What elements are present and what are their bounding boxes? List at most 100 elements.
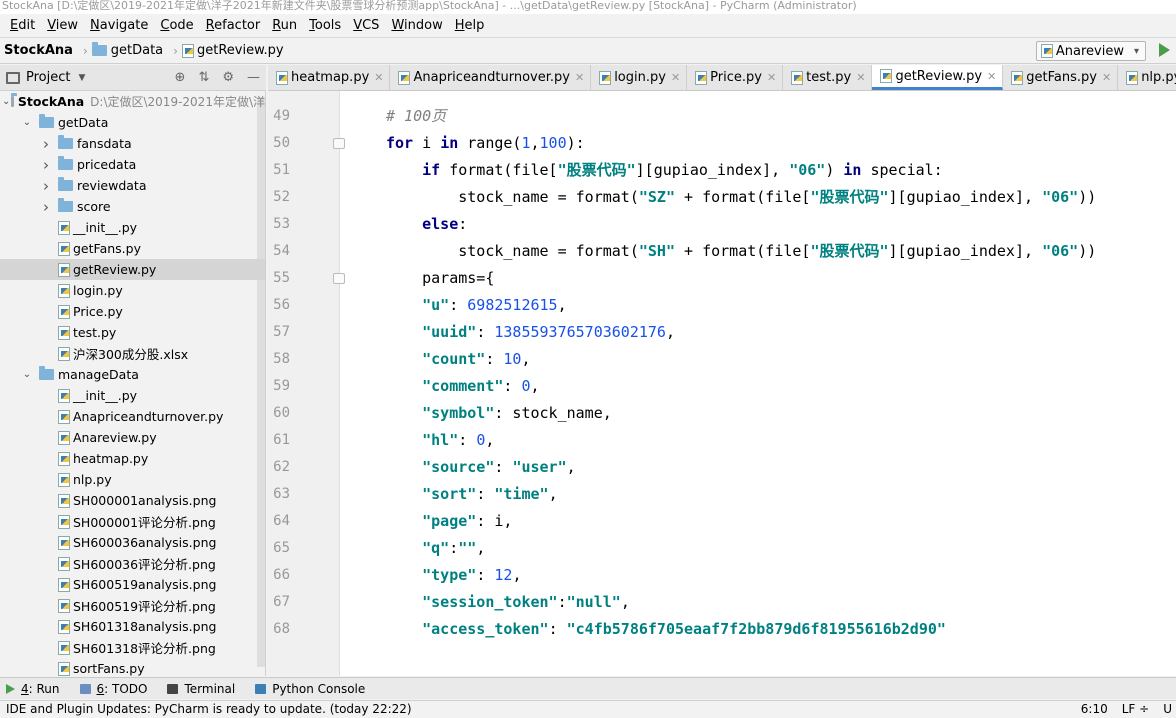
tool-window-pythonconsole[interactable]: Python Console <box>255 682 365 696</box>
editor-tab[interactable]: Anapriceandturnover.py ✕ <box>390 65 592 90</box>
editor-tab[interactable]: test.py ✕ <box>783 65 873 90</box>
collapse-all-icon[interactable]: ⇅ <box>198 70 209 85</box>
editor-tab[interactable]: heatmap.py ✕ <box>268 65 391 90</box>
editor-tab[interactable]: login.py ✕ <box>591 65 688 90</box>
tree-file-row[interactable]: login.py <box>0 280 265 301</box>
code-editor[interactable]: 49 # 100页 50 for i in range(1,100): 51 if fo… <box>268 91 1176 676</box>
tree-file-row[interactable]: SH601318评论分析.png <box>0 637 265 658</box>
menu-item[interactable]: Tools <box>303 15 347 37</box>
file-icon <box>58 346 70 361</box>
caret-position[interactable]: 6:10 <box>1081 701 1108 718</box>
run-button[interactable] <box>1159 43 1170 57</box>
tool-window-todo[interactable]: 6: TODO <box>79 682 147 696</box>
chevron-down-icon[interactable]: ⌄ <box>2 96 10 107</box>
tree-file-row[interactable]: SH000001评论分析.png <box>0 511 265 532</box>
tree-item-label: __init__.py <box>73 388 138 403</box>
tree-file-row[interactable]: SH600036analysis.png <box>0 532 265 553</box>
editor-tab[interactable]: getFans.py ✕ <box>1003 65 1119 90</box>
tree-file-row[interactable]: SH600519analysis.png <box>0 574 265 595</box>
chevron-down-icon[interactable]: ⌄ <box>21 117 33 128</box>
project-view-selector[interactable]: Project <box>26 70 70 85</box>
tree-folder-row[interactable]: › pricedata <box>0 154 265 175</box>
locate-file-icon[interactable]: ⊕ <box>175 70 186 85</box>
chevron-right-icon[interactable]: › <box>40 177 52 195</box>
tree-file-row[interactable]: Price.py <box>0 301 265 322</box>
tree-file-row[interactable]: test.py <box>0 322 265 343</box>
tree-item-label: reviewdata <box>77 178 147 193</box>
editor-tab[interactable]: nlp.py✕ <box>1118 65 1176 90</box>
python-file-icon <box>181 43 194 58</box>
tree-item-label: __init__.py <box>73 220 138 235</box>
tree-folder-row[interactable]: ⌄ StockAna D:\定做区\2019-2021年定做\洋 <box>0 91 265 112</box>
menu-item[interactable]: VCS <box>347 15 385 37</box>
fold-marker-icon[interactable] <box>333 273 345 284</box>
tool-window-bar: 4: Run 6: TODO Terminal Python Console <box>0 677 1176 699</box>
menu-item[interactable]: Run <box>266 15 303 37</box>
file-icon <box>58 388 70 403</box>
chevron-down-icon[interactable]: ⌄ <box>21 369 33 380</box>
editor-tab[interactable]: Price.py ✕ <box>687 65 784 90</box>
menu-item[interactable]: Refactor <box>200 15 267 37</box>
breadcrumb-project[interactable]: StockAna <box>4 43 73 58</box>
menu-item[interactable]: Window <box>385 15 448 37</box>
close-icon[interactable]: ✕ <box>374 71 383 84</box>
gear-icon[interactable]: ⚙ <box>222 70 234 85</box>
tree-file-row[interactable]: __init__.py <box>0 217 265 238</box>
tree-file-row[interactable]: 沪深300成分股.xlsx <box>0 343 265 364</box>
close-icon[interactable]: ✕ <box>1102 71 1111 84</box>
close-icon[interactable]: ✕ <box>575 71 584 84</box>
tree-file-row[interactable]: SH000001analysis.png <box>0 490 265 511</box>
file-encoding[interactable]: U <box>1163 701 1172 718</box>
menu-item[interactable]: Edit <box>4 15 41 37</box>
tree-file-row[interactable]: heatmap.py <box>0 448 265 469</box>
tree-folder-row[interactable]: › score <box>0 196 265 217</box>
tree-folder-row[interactable]: ⌄ manageData <box>0 364 265 385</box>
tree-file-row[interactable]: Anapriceandturnover.py <box>0 406 265 427</box>
chevron-right-icon[interactable]: › <box>40 156 52 174</box>
tool-window-run[interactable]: 4: Run <box>6 682 60 696</box>
close-icon[interactable]: ✕ <box>856 71 865 84</box>
run-configuration-select[interactable]: Anareview ▾ <box>1035 41 1146 61</box>
tree-file-row[interactable]: Anareview.py <box>0 427 265 448</box>
line-number: 61 <box>273 432 290 448</box>
code-text: if format(file["股票代码"][gupiao_index], "0… <box>422 161 943 179</box>
tree-folder-row[interactable]: › fansdata <box>0 133 265 154</box>
chevron-down-icon[interactable]: ▼ <box>78 73 85 83</box>
breadcrumb-file[interactable]: getReview.py <box>181 43 284 58</box>
line-number: 50 <box>273 135 290 151</box>
tree-folder-row[interactable]: ⌄ getData <box>0 112 265 133</box>
tree-file-row[interactable]: SH600519评论分析.png <box>0 595 265 616</box>
tree-file-row[interactable]: SH601318analysis.png <box>0 616 265 637</box>
tree-file-row[interactable]: sortFans.py <box>0 658 265 676</box>
fold-marker-icon[interactable] <box>333 138 345 149</box>
menu-item[interactable]: Navigate <box>84 15 154 37</box>
line-number: 60 <box>273 405 290 421</box>
chevron-right-icon[interactable]: › <box>40 135 52 153</box>
status-message[interactable]: IDE and Plugin Updates: PyCharm is ready… <box>6 702 412 716</box>
breadcrumb-folder[interactable]: getData <box>91 42 163 58</box>
tree-file-row[interactable]: __init__.py <box>0 385 265 406</box>
hide-panel-icon[interactable]: — <box>247 70 260 85</box>
tree-file-row[interactable]: getReview.py <box>0 259 265 280</box>
menu-item[interactable]: View <box>41 15 84 37</box>
tool-window-terminal[interactable]: Terminal <box>167 682 235 696</box>
close-icon[interactable]: ✕ <box>987 70 996 83</box>
menu-item[interactable]: Help <box>449 15 491 37</box>
tree-item-label: SH601318analysis.png <box>73 619 217 634</box>
menu-item[interactable]: Code <box>154 15 199 37</box>
editor-tab[interactable]: getReview.py ✕ <box>872 65 1004 90</box>
folder-icon <box>11 93 19 107</box>
code-line: 53 else: <box>268 211 1176 238</box>
chevron-right-icon[interactable]: › <box>40 198 52 216</box>
run-icon <box>6 683 15 694</box>
tree-folder-row[interactable]: › reviewdata <box>0 175 265 196</box>
line-number: 53 <box>273 216 290 232</box>
close-icon[interactable]: ✕ <box>671 71 680 84</box>
close-icon[interactable]: ✕ <box>767 71 776 84</box>
line-number: 57 <box>273 324 290 340</box>
editor-tabs: heatmap.py ✕ Anapriceandturnover.py ✕ login.… <box>268 65 1176 91</box>
line-separator[interactable]: LF ÷ <box>1122 701 1149 718</box>
tree-file-row[interactable]: nlp.py <box>0 469 265 490</box>
tree-file-row[interactable]: getFans.py <box>0 238 265 259</box>
tree-file-row[interactable]: SH600036评论分析.png <box>0 553 265 574</box>
